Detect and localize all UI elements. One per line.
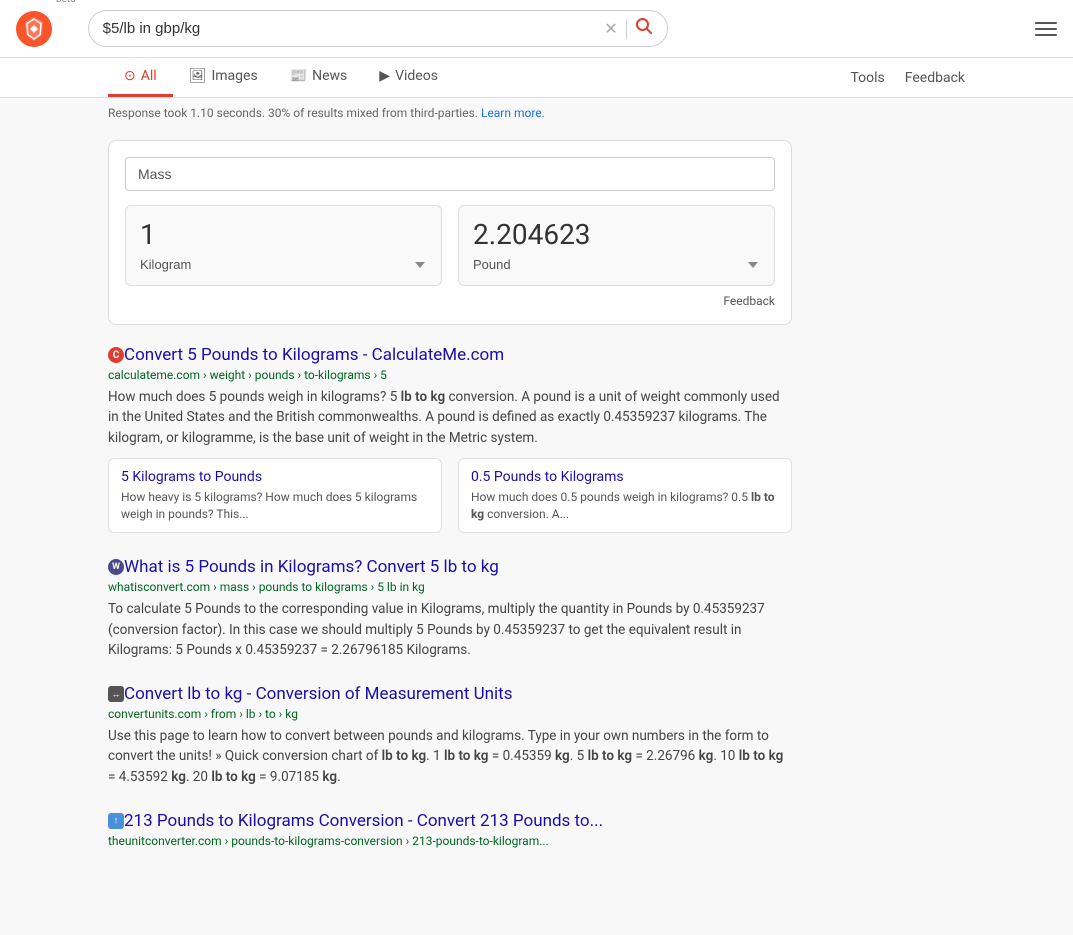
tools-link[interactable]: Tools [850,70,884,86]
videos-icon: ▶ [379,68,390,84]
hamburger-menu[interactable] [1035,22,1057,36]
sub-link-text: How heavy is 5 kilograms? How much does … [121,490,417,521]
brave-logo [16,11,52,47]
result-item-3: ↔ Convert lb to kg - Conversion of Measu… [108,684,792,787]
learn-more-link[interactable]: Learn more. [481,106,545,120]
result-item-4: ↑ 213 Pounds to Kilograms Conversion - C… [108,811,792,848]
result-url[interactable]: whatisconvert.com › mass › pounds to kil… [108,580,792,594]
search-button[interactable] [635,17,653,40]
sub-link-text: How much does 0.5 pounds weigh in kilogr… [471,490,775,521]
search-bar: ✕ [88,10,668,47]
converter-category-select[interactable]: MassLengthVolumeTemperatureSpeed [125,157,775,191]
result-url[interactable]: theunitconverter.com › pounds-to-kilogra… [108,834,792,848]
converter-output-unit[interactable]: PoundKilogramGramOunce [473,257,760,272]
nav-right: Tools Feedback [850,70,965,86]
tab-news[interactable]: 📰 News [274,58,364,97]
sub-link-item: 5 Kilograms to Pounds How heavy is 5 kil… [108,458,442,534]
result-title[interactable]: W What is 5 Pounds in Kilograms? Convert… [108,557,792,577]
converter-widget: MassLengthVolumeTemperatureSpeed 1 Kilog… [108,140,792,325]
converter-output-value: 2.204623 [473,218,760,251]
result-favicon: C [108,347,124,363]
converter-row: 1 KilogramGramPoundOunce 2.204623 PoundK… [125,205,775,286]
results-container: C Convert 5 Pounds to Kilograms - Calcul… [108,345,792,848]
search-divider [626,19,627,39]
sub-links: 5 Kilograms to Pounds How heavy is 5 kil… [108,458,792,534]
converter-input-value: 1 [140,218,427,251]
tab-all[interactable]: ⊙ All [108,58,173,97]
result-title[interactable]: C Convert 5 Pounds to Kilograms - Calcul… [108,345,792,365]
sub-link-item: 0.5 Pounds to Kilograms How much does 0.… [458,458,792,534]
result-url[interactable]: calculateme.com › weight › pounds › to-k… [108,368,792,382]
feedback-link[interactable]: Feedback [905,70,965,86]
result-snippet: Use this page to learn how to convert be… [108,726,792,787]
tab-images[interactable]: 🖼 Images [173,58,274,97]
info-bar: Response took 1.10 seconds. 30% of resul… [0,98,1073,128]
images-icon: 🖼 [189,68,207,84]
converter-input-box: 1 KilogramGramPoundOunce [125,205,442,286]
nav-bar: ⊙ All 🖼 Images 📰 News ▶ Videos Tools Fee… [0,58,1073,98]
main-content: MassLengthVolumeTemperatureSpeed 1 Kilog… [0,128,900,884]
result-url[interactable]: convertunits.com › from › lb › to › kg [108,707,792,721]
result-favicon: W [108,559,124,575]
tab-videos[interactable]: ▶ Videos [363,58,454,97]
header: beta ✕ [0,0,1073,58]
result-item-2: W What is 5 Pounds in Kilograms? Convert… [108,557,792,660]
beta-badge: beta [56,0,76,5]
result-title[interactable]: ↑ 213 Pounds to Kilograms Conversion - C… [108,811,792,831]
converter-output-box: 2.204623 PoundKilogramGramOunce [458,205,775,286]
converter-input-unit[interactable]: KilogramGramPoundOunce [140,257,427,272]
sub-link-title[interactable]: 0.5 Pounds to Kilograms [471,469,779,485]
result-favicon: ↑ [108,813,124,829]
sub-link-title[interactable]: 5 Kilograms to Pounds [121,469,429,485]
converter-feedback-link[interactable]: Feedback [125,294,775,308]
clear-icon[interactable]: ✕ [604,19,617,38]
result-snippet: To calculate 5 Pounds to the correspondi… [108,599,792,660]
result-snippet: How much does 5 pounds weigh in kilogram… [108,387,792,448]
all-icon: ⊙ [124,68,136,84]
news-icon: 📰 [290,68,307,84]
result-item-1: C Convert 5 Pounds to Kilograms - Calcul… [108,345,792,533]
info-text: Response took 1.10 seconds. 30% of resul… [108,106,478,120]
result-favicon: ↔ [108,686,124,702]
result-title[interactable]: ↔ Convert lb to kg - Conversion of Measu… [108,684,792,704]
search-input[interactable] [103,20,597,37]
